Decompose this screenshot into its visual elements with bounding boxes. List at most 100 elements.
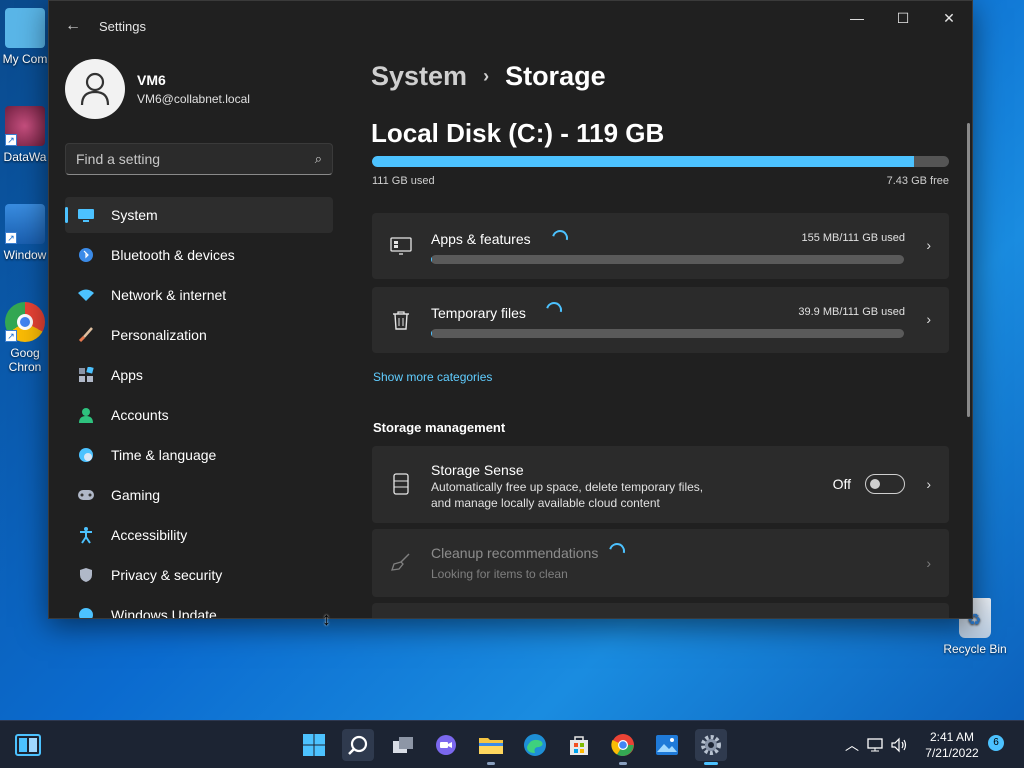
edge-button[interactable] [519,729,551,761]
sidebar-item-bluetooth[interactable]: Bluetooth & devices [65,237,333,273]
network-icon[interactable] [862,737,888,753]
category-apps-features[interactable]: Apps & features 155 MB/111 GB used › [372,213,949,279]
next-card-partial[interactable] [372,603,949,618]
task-view-icon [393,737,413,753]
category-usage-fill [431,255,433,264]
file-explorer-button[interactable] [475,729,507,765]
photos-button[interactable] [651,729,683,761]
sidebar-item-label: Windows Update [111,607,217,619]
sidebar-item-system[interactable]: System [65,197,333,233]
sidebar-item-apps[interactable]: Apps [65,357,333,393]
page-title: Storage [505,61,606,91]
notification-badge[interactable]: 6 [988,735,1004,751]
clock-time: 2:41 AM [929,730,975,744]
user-name: VM6 [137,72,166,88]
loading-spinner-icon [549,227,571,249]
edge-icon [524,734,546,756]
disk-usage-bar [372,156,949,167]
category-usage-fill [431,329,433,338]
shield-icon [77,566,95,584]
storage-sense-card[interactable]: Storage Sense Automatically free up spac… [372,446,949,523]
shortcut-arrow-icon: ↗ [5,232,17,244]
gamepad-icon [77,486,95,504]
sidebar-item-label: Privacy & security [111,567,223,583]
accessibility-icon [77,526,95,544]
chrome-button[interactable] [607,729,639,765]
search-button[interactable] [342,729,374,761]
sidebar-item-accessibility[interactable]: Accessibility [65,517,333,553]
sidebar-item-time-language[interactable]: Time & language [65,437,333,473]
toggle-state-label: Off [832,476,851,492]
chevron-up-icon[interactable]: ︿ [842,735,862,755]
apps-features-icon [390,235,412,257]
sidebar-item-accounts[interactable]: Accounts [65,397,333,433]
clock[interactable]: 2:41 AM 7/21/2022 [912,729,992,761]
gear-icon [701,735,721,755]
update-icon [77,606,95,618]
app-shortcut-icon: ↗ [5,106,45,146]
category-title: Temporary files [431,305,526,321]
category-usage: 155 MB/111 GB used [801,232,905,244]
broom-icon [390,551,412,573]
volume-icon[interactable] [888,737,910,753]
category-temporary-files[interactable]: Temporary files 39.9 MB/111 GB used › [372,287,949,353]
store-button[interactable] [563,729,595,761]
photos-icon [656,735,678,755]
globe-clock-icon [77,446,95,464]
description-line: Automatically free up space, delete temp… [431,480,704,494]
category-usage: 39.9 MB/111 GB used [798,306,905,318]
sidebar: ← Settings VM6 VM6@collabnet.local ⌕ [49,1,345,618]
monitor-icon [77,206,95,224]
breadcrumb-parent[interactable]: System [371,61,467,92]
sidebar-item-label: Time & language [111,447,217,463]
scrollbar[interactable] [967,123,970,417]
storage-sense-title: Storage Sense [431,462,524,478]
start-button[interactable] [298,729,330,761]
sidebar-item-gaming[interactable]: Gaming [65,477,333,513]
window-title: Settings [99,19,146,34]
chat-icon [436,735,456,755]
apps-icon [77,366,95,384]
disk-title: Local Disk (C:) - 119 GB [371,118,665,148]
sidebar-item-label: Bluetooth & devices [111,247,235,263]
sidebar-item-personalization[interactable]: Personalization [65,317,333,353]
desktop-icon-label: Goog Chron [8,346,42,374]
windows-logo-icon: ↗ [5,204,45,244]
sidebar-item-privacy-security[interactable]: Privacy & security [65,557,333,593]
search-input[interactable] [76,151,315,167]
task-view-button[interactable] [387,729,419,761]
disk-used-label: 111 GB used [372,175,435,187]
shortcut-arrow-icon: ↗ [5,330,17,342]
back-arrow-icon[interactable]: ← [63,15,83,37]
disk-usage-fill [372,156,915,167]
cleanup-description: Looking for items to clean [431,567,568,581]
sidebar-item-network[interactable]: Network & internet [65,277,333,313]
storage-drive-icon [390,473,412,495]
chevron-right-icon: › [483,66,490,86]
shortcut-arrow-icon: ↗ [5,134,17,146]
bluetooth-icon [77,246,95,264]
chevron-right-icon: › [926,476,931,492]
show-more-categories-link[interactable]: Show more categories [373,370,492,384]
storage-sense-toggle[interactable] [865,474,905,494]
settings-taskbar-button[interactable] [695,729,727,765]
description-line: and manage locally available cloud conte… [431,496,660,510]
user-email: VM6@collabnet.local [137,92,250,106]
sidebar-item-label: Accessibility [111,527,188,543]
chevron-right-icon: › [926,311,931,327]
trash-icon [390,309,412,331]
storage-sense-toggle-group: Off [833,474,905,494]
sidebar-item-windows-update[interactable]: Windows Update [65,597,333,619]
loading-spinner-icon [606,540,628,562]
avatar [65,59,125,119]
chrome-icon: ↗ [5,302,45,342]
teams-chat-button[interactable] [430,729,462,761]
search-box[interactable]: ⌕ [65,143,333,175]
store-icon [570,736,588,755]
user-profile[interactable]: VM6 VM6@collabnet.local [65,59,250,119]
desktop-widget-button[interactable] [12,729,44,761]
chevron-right-icon: › [926,555,931,571]
search-icon[interactable]: ⌕ [315,151,322,167]
cleanup-recommendations-card[interactable]: Cleanup recommendations Looking for item… [372,529,949,597]
loading-spinner-icon [543,299,565,321]
